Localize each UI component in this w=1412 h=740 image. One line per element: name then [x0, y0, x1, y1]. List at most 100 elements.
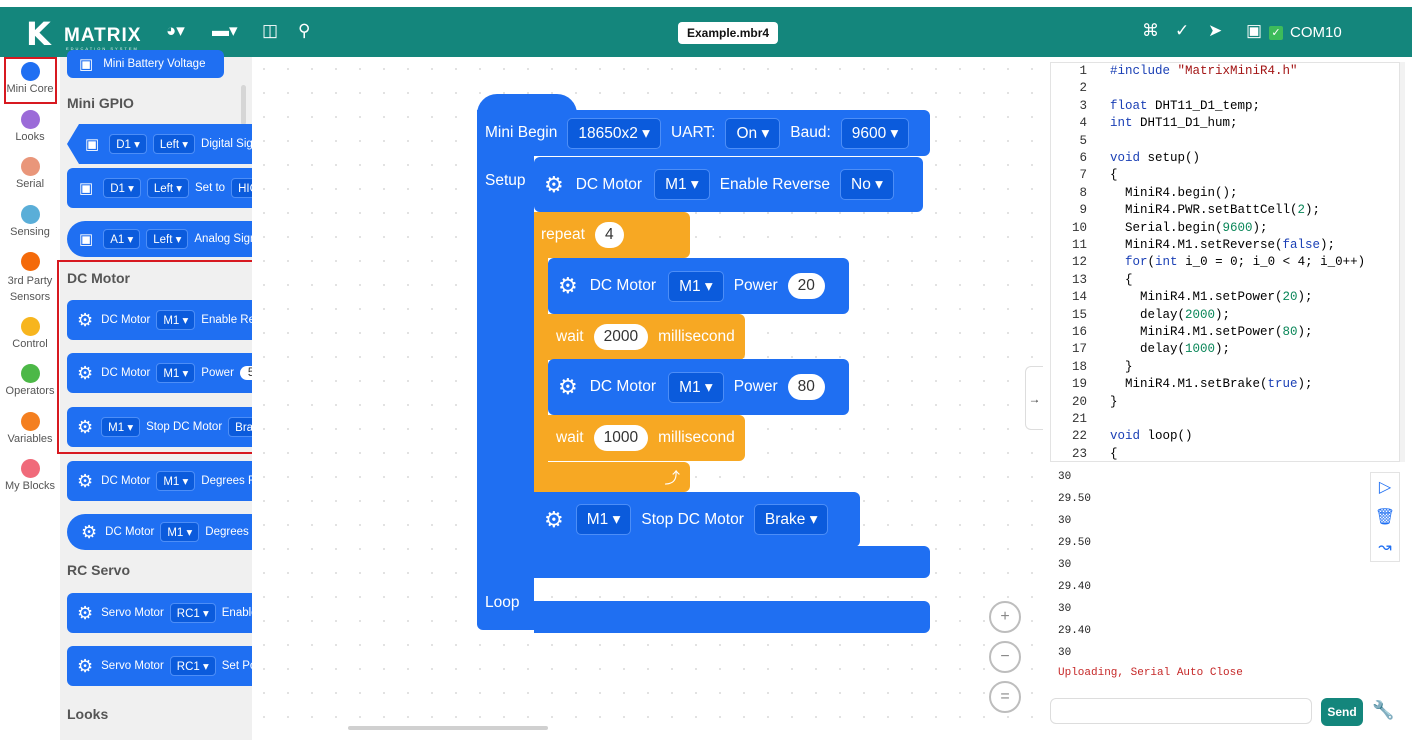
- chart-icon[interactable]: ↝: [1371, 533, 1399, 563]
- command-icon[interactable]: ⌘: [1142, 21, 1159, 41]
- serial-line: 29.50: [1058, 537, 1092, 549]
- section-rc-servo: RC Servo: [67, 562, 131, 578]
- category-variables[interactable]: Variables: [0, 412, 60, 445]
- line-number: 23: [1071, 446, 1087, 461]
- file-name[interactable]: Example.mbr4: [678, 22, 779, 44]
- line-number: 12: [1071, 255, 1087, 270]
- workspace-scrollbar[interactable]: [348, 726, 548, 730]
- brand-name: MATRIX: [64, 25, 142, 46]
- play-icon[interactable]: ▷: [1371, 473, 1399, 503]
- send-button[interactable]: Send: [1321, 698, 1363, 726]
- globe-icon[interactable]: ◕▾: [166, 21, 185, 41]
- serial-line: 30: [1058, 559, 1072, 571]
- block-mini-begin[interactable]: Mini Begin 18650x2 UART: On Baud: 9600: [477, 110, 930, 156]
- collapse-panel-arrow-icon[interactable]: →: [1025, 366, 1043, 430]
- code-text: }: [1110, 359, 1133, 374]
- gear-icon: ⚙: [81, 522, 98, 542]
- category-sensing[interactable]: Sensing: [0, 205, 60, 238]
- code-line: 8 MiniR4.begin();: [1051, 185, 1238, 202]
- arrow-right-circle-icon[interactable]: ➤: [1208, 21, 1222, 41]
- gear-icon: ⚙: [544, 171, 564, 197]
- check-circle-icon[interactable]: ✓: [1175, 21, 1189, 41]
- matrix-logo: K MATRIX EDUCATION SYSTEM: [26, 15, 146, 53]
- wrench-icon[interactable]: 🔧: [1372, 700, 1394, 721]
- category-dot-icon: [20, 317, 40, 336]
- serial-line: 30: [1058, 603, 1072, 615]
- code-text: void setup(): [1110, 151, 1201, 165]
- ws-block-wait-2[interactable]: wait 1000 millisecond: [548, 415, 745, 461]
- line-number: 18: [1071, 359, 1087, 374]
- book-icon[interactable]: ◫: [262, 21, 278, 41]
- line-number: 9: [1079, 203, 1087, 218]
- pin-icon[interactable]: ⚲: [298, 21, 310, 41]
- repeat-footer: ⤴: [534, 462, 690, 492]
- code-line: 10 Serial.begin(9600);: [1051, 220, 1268, 237]
- gear-icon: ⚙: [77, 603, 94, 623]
- category-looks[interactable]: Looks: [0, 110, 60, 143]
- ws-block-dc-enable-reverse[interactable]: ⚙ DC Motor M1 Enable Reverse No: [534, 157, 923, 212]
- code-line: 4 int DHT11_D1_hum;: [1051, 115, 1237, 132]
- code-text: MiniR4.M1.setBrake(true);: [1110, 377, 1313, 392]
- code-text: for(int i_0 = 0; i_0 < 4; i_0++): [1125, 255, 1366, 270]
- zoom-in-icon[interactable]: +: [989, 601, 1021, 633]
- code-text: delay(1000);: [1110, 342, 1231, 357]
- category-sidebar: Mini Core Looks Serial Sensing 3rd Party…: [0, 57, 60, 740]
- line-number: 1: [1079, 64, 1087, 78]
- code-line: 13 {: [1051, 272, 1133, 289]
- line-number: 17: [1071, 342, 1087, 357]
- block-dc-degrees[interactable]: ⚙ DC Motor M1 Degrees: [67, 514, 269, 550]
- category-mini-core[interactable]: Mini Core: [0, 62, 60, 95]
- category-3rd-party-sensors[interactable]: 3rd Party Sensors: [0, 252, 60, 305]
- block-mini-battery-voltage[interactable]: ▣ Mini Battery Voltage: [67, 50, 224, 78]
- connected-check-icon: ✓: [1269, 26, 1283, 40]
- line-number: 19: [1071, 377, 1087, 392]
- category-operators[interactable]: Operators: [0, 364, 60, 397]
- line-number: 7: [1079, 168, 1087, 183]
- code-text: MiniR4.begin();: [1110, 185, 1238, 200]
- serial-monitor-output: 30 29.50 30 29.50 30 29.40 30 29.40 30 Uploading,…: [1050, 465, 1370, 690]
- code-line: 9 MiniR4.PWR.setBattCell(2);: [1051, 202, 1320, 219]
- com-port[interactable]: COM10: [1290, 24, 1342, 41]
- code-scrollbar[interactable]: [1400, 62, 1405, 462]
- ws-block-wait-1[interactable]: wait 2000 millisecond: [548, 314, 745, 360]
- chip-icon: ▣: [85, 135, 100, 153]
- code-text: MiniR4.M1.setPower(20);: [1110, 290, 1313, 305]
- category-dot-icon: [20, 205, 40, 224]
- loop-arrow-icon: ⤴: [664, 470, 680, 487]
- setup-loop-container: Setup: [477, 150, 534, 630]
- code-text: MiniR4.M1.setReverse(false);: [1110, 238, 1336, 252]
- serial-line: 29.40: [1058, 581, 1092, 593]
- category-serial[interactable]: Serial: [0, 157, 60, 190]
- category-dot-icon: [20, 110, 40, 129]
- category-dot-icon: [20, 157, 40, 176]
- ws-block-repeat[interactable]: repeat 4: [534, 212, 690, 258]
- zoom-reset-icon[interactable]: =: [989, 681, 1021, 713]
- repeat-side: [534, 256, 548, 492]
- code-line: 23 {: [1051, 446, 1118, 461]
- code-text: delay(2000);: [1110, 307, 1231, 322]
- folder-icon[interactable]: ▬▾: [212, 21, 238, 41]
- code-line: 3 float DHT11_D1_temp;: [1051, 98, 1260, 115]
- line-number: 8: [1079, 185, 1087, 200]
- line-number: 5: [1079, 133, 1087, 148]
- category-dot-icon: [20, 459, 40, 478]
- code-line: 17 delay(1000);: [1051, 341, 1230, 358]
- code-line: 1 #include "MatrixMiniR4.h": [1051, 63, 1298, 80]
- category-my-blocks[interactable]: My Blocks: [0, 459, 60, 492]
- code-line: 16 MiniR4.M1.setPower(80);: [1051, 324, 1313, 341]
- code-line: 22 void loop(): [1051, 428, 1193, 445]
- serial-line: 30: [1058, 471, 1072, 483]
- trash-icon[interactable]: 🗑: [1371, 503, 1399, 533]
- code-text: float DHT11_D1_temp;: [1110, 98, 1261, 113]
- serial-input[interactable]: [1050, 698, 1312, 724]
- gear-icon: ⚙: [77, 656, 94, 676]
- category-dot-icon: [20, 252, 40, 271]
- code-text: #include "MatrixMiniR4.h": [1110, 64, 1298, 78]
- ws-block-dc-stop[interactable]: ⚙ M1 Stop DC Motor Brake: [534, 492, 860, 547]
- ws-block-dc-power-2[interactable]: ⚙ DC Motor M1 Power 80: [548, 359, 849, 415]
- code-text: {: [1110, 272, 1133, 287]
- category-control[interactable]: Control: [0, 317, 60, 350]
- ws-block-dc-power-1[interactable]: ⚙ DC Motor M1 Power 20: [548, 258, 849, 314]
- zoom-out-icon[interactable]: −: [989, 641, 1021, 673]
- palette-scrollbar[interactable]: [241, 85, 246, 125]
